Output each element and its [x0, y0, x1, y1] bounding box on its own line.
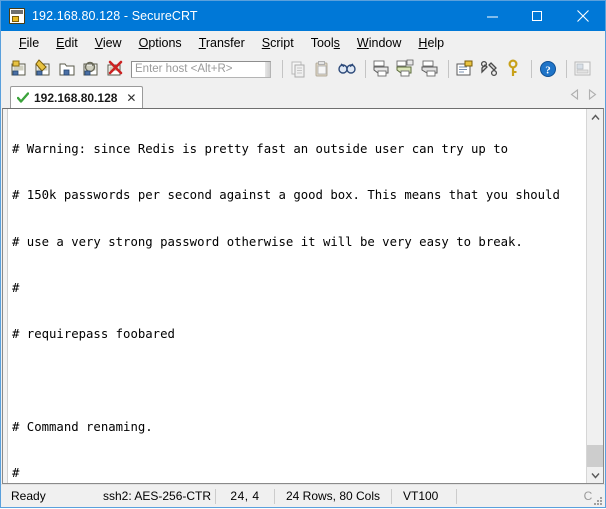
terminal-line: # 150k passwords per second against a go…	[12, 188, 560, 203]
menu-label-window: indow	[368, 36, 402, 50]
toolbar-separator-5	[566, 60, 567, 78]
securecrt-window: 192.168.80.128 - SecureCRT File Edit Vie…	[0, 0, 606, 508]
quick-connect-icon[interactable]	[33, 58, 55, 80]
toolbar-separator-3	[448, 60, 449, 78]
help-icon[interactable]: ?	[537, 58, 559, 80]
terminal-line: # Warning: since Redis is pretty fast an…	[12, 141, 509, 156]
print-icon[interactable]	[371, 58, 393, 80]
menu-accel-view: V	[94, 36, 103, 50]
menu-item-file[interactable]: File	[19, 36, 39, 50]
menu-accel-options: O	[138, 36, 149, 50]
menu-item-edit[interactable]: Edit	[56, 36, 78, 50]
connect-icon[interactable]	[9, 58, 31, 80]
menu-label-edit: dit	[64, 36, 78, 50]
securecrt-app-icon	[9, 8, 25, 24]
scrollbar-thumb[interactable]	[587, 445, 603, 467]
session-options-icon[interactable]	[454, 58, 476, 80]
terminal-line: #	[12, 466, 20, 481]
toolbar-separator-4	[531, 60, 532, 78]
menu-accel-edit: E	[56, 36, 65, 50]
toolbar: Enter host <Alt+R> ?	[1, 56, 605, 82]
tab-nav-buttons	[570, 87, 597, 105]
menu-label-script: cript	[270, 36, 294, 50]
find-icon[interactable]	[336, 58, 358, 80]
menu-accel-tools: s	[333, 36, 340, 50]
window-title: 192.168.80.128 - SecureCRT	[32, 9, 198, 23]
connect-sftp-tab-icon[interactable]	[81, 58, 103, 80]
status-screen-size: 24 Rows, 80 Cols	[285, 489, 381, 503]
terminal-scrollbar[interactable]	[586, 109, 603, 483]
tab-label: 192.168.80.128	[34, 90, 118, 105]
scroll-up-arrow-icon[interactable]	[587, 109, 603, 125]
menu-accel-script: S	[261, 36, 271, 50]
print-screen-icon[interactable]	[419, 58, 441, 80]
toolbar-separator-1	[282, 60, 283, 78]
close-button[interactable]	[560, 1, 605, 31]
menu-item-options[interactable]: Options	[139, 36, 182, 50]
connected-check-icon	[17, 91, 29, 104]
disconnect-icon[interactable]	[105, 58, 127, 80]
tab-192-168-80-128[interactable]: 192.168.80.128 ✕	[10, 86, 144, 108]
arrange-icon[interactable]	[572, 58, 594, 80]
minimize-button[interactable]	[470, 1, 515, 31]
menu-item-script[interactable]: Script	[262, 36, 294, 50]
global-options-icon[interactable]	[478, 58, 500, 80]
menu-label-tools: Tool	[310, 36, 334, 50]
status-bar: Ready ssh2: AES-256-CTR 24, 4 24 Rows, 8…	[1, 484, 605, 507]
status-blank-cell	[457, 485, 571, 507]
scrollbar-track[interactable]	[587, 125, 603, 467]
terminal-screen[interactable]: # Warning: since Redis is pretty fast an…	[8, 109, 586, 483]
host-input[interactable]: Enter host <Alt+R>	[131, 60, 271, 78]
status-cursor-position: 24, 4	[230, 489, 260, 503]
status-ready: Ready	[11, 489, 46, 503]
menu-label-file: ile	[26, 36, 40, 50]
menu-label-help: elp	[427, 36, 445, 50]
connect-in-tab-icon[interactable]	[57, 58, 79, 80]
menu-item-tools[interactable]: Tools	[311, 36, 340, 50]
key-icon[interactable]	[502, 58, 524, 80]
host-input-placeholder: Enter host <Alt+R>	[135, 62, 233, 75]
menu-accel-window: W	[356, 36, 369, 50]
resize-grip[interactable]	[593, 495, 603, 505]
menu-item-view[interactable]: View	[95, 36, 122, 50]
prev-tab-arrow-icon[interactable]	[570, 87, 579, 105]
menu-item-window[interactable]: Window	[357, 36, 401, 50]
menu-item-transfer[interactable]: Transfer	[199, 36, 245, 50]
copy-icon[interactable]	[288, 58, 310, 80]
menu-item-help[interactable]: Help	[418, 36, 444, 50]
terminal-line: # Command renaming.	[12, 419, 153, 434]
paste-icon[interactable]	[312, 58, 334, 80]
title-bar: 192.168.80.128 - SecureCRT	[1, 1, 605, 31]
status-cipher: ssh2: AES-256-CTR	[103, 489, 212, 503]
menu-label-options: ptions	[148, 36, 182, 50]
menu-accel-file: F	[19, 36, 27, 50]
menu-accel-transfer: T	[198, 36, 206, 50]
tab-close-icon[interactable]: ✕	[126, 92, 136, 104]
scroll-down-arrow-icon[interactable]	[587, 467, 603, 483]
terminal-line: #	[12, 280, 20, 295]
next-tab-arrow-icon[interactable]	[588, 87, 597, 105]
status-emulation: VT100	[403, 489, 439, 503]
terminal-area: # Warning: since Redis is pretty fast an…	[2, 108, 604, 484]
toolbar-separator-2	[365, 60, 366, 78]
menu-label-transfer: ransfer	[205, 36, 245, 50]
maximize-button[interactable]	[515, 1, 560, 31]
svg-text:?: ?	[545, 65, 551, 77]
terminal-line: # use a very strong password otherwise i…	[12, 234, 523, 249]
menu-bar: File Edit View Options Transfer Script T…	[1, 31, 605, 56]
terminal-line: # requirepass foobared	[12, 327, 175, 342]
menu-label-view: iew	[102, 36, 122, 50]
window-controls	[470, 1, 605, 31]
tab-bar: 192.168.80.128 ✕	[1, 82, 605, 108]
log-session-icon[interactable]	[395, 58, 417, 80]
